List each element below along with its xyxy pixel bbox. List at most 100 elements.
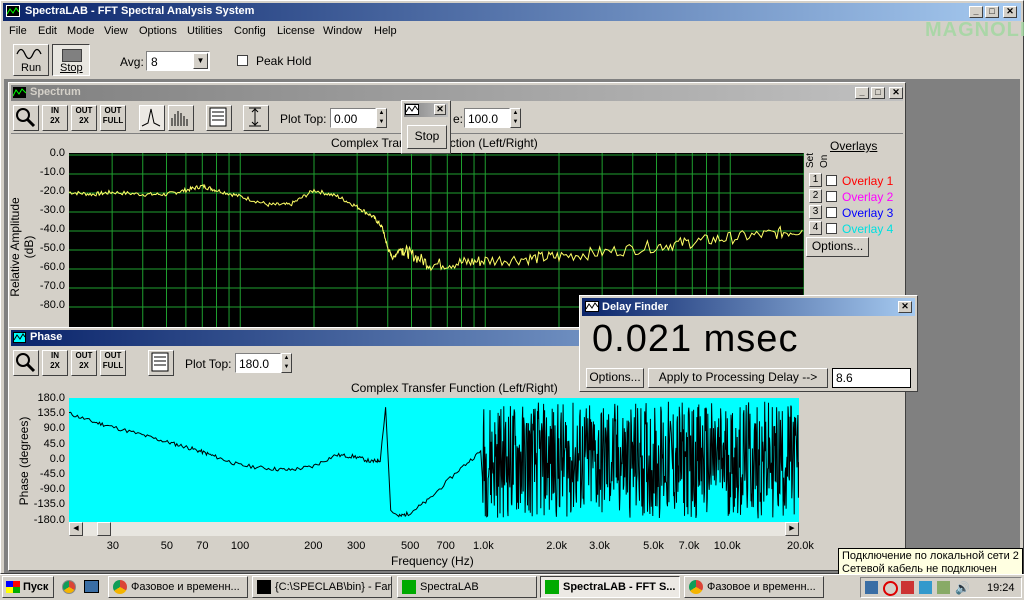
close-button[interactable]: ✕ <box>1003 6 1017 18</box>
overlay-set-button[interactable]: 4 <box>809 221 822 235</box>
stop-popup-titlebar[interactable]: ✕ <box>404 103 448 117</box>
peak-hold-checkbox[interactable] <box>237 55 248 66</box>
spectrum-range-spinner[interactable]: ▲ ▼ <box>510 108 521 128</box>
main-titlebar[interactable]: SpectraLAB - FFT Spectral Analysis Syste… <box>3 3 1021 21</box>
overlays-title: Overlays <box>830 139 878 153</box>
delay-finder-close-button[interactable]: ✕ <box>898 301 912 313</box>
start-button[interactable]: Пуск <box>2 576 54 598</box>
taskbar-item[interactable]: Фазовое и временн... <box>108 576 248 598</box>
vertical-scale-icon[interactable] <box>243 105 269 131</box>
stop-button[interactable]: Stop <box>52 44 90 76</box>
zoom-out-2x-icon[interactable]: OUT 2X <box>71 105 97 131</box>
menu-config[interactable]: Config <box>234 25 266 37</box>
avg-select[interactable]: 8 ▼ <box>146 51 210 71</box>
spectrum-range-input[interactable]: 100.0 <box>464 108 510 128</box>
avg-value: 8 <box>151 55 158 69</box>
taskbar-item[interactable]: Фазовое и временн... <box>684 576 824 598</box>
phase-zoom-magnifier-icon[interactable] <box>13 350 39 376</box>
volume-icon[interactable]: 🔊 <box>955 581 970 595</box>
zoom-in-2x-icon[interactable]: IN 2X <box>42 105 68 131</box>
peak-hold-label: Peak Hold <box>256 54 312 68</box>
menu-options[interactable]: Options <box>139 25 177 37</box>
processing-delay-input[interactable]: 8.6 <box>832 368 911 388</box>
line-plot-icon[interactable] <box>139 105 165 131</box>
overlay-on-checkbox[interactable] <box>826 175 837 186</box>
phase-plot-top-spinner[interactable]: ▲ ▼ <box>281 353 292 373</box>
apply-processing-delay-button[interactable]: Apply to Processing Delay --> <box>648 368 828 388</box>
overlay-on-checkbox[interactable] <box>826 207 837 218</box>
app-icon <box>6 5 20 17</box>
phase-zoom-out-2x-icon[interactable]: OUT 2X <box>71 350 97 376</box>
console-icon <box>257 580 271 594</box>
taskbar-item[interactable]: SpectraLAB - FFT S... <box>540 576 680 598</box>
overlay-set-button[interactable]: 3 <box>809 205 822 219</box>
phase-scrollbar[interactable]: ◀ ▶ <box>69 522 799 536</box>
scroll-left-button[interactable]: ◀ <box>69 522 83 536</box>
menu-view[interactable]: View <box>104 25 128 37</box>
spectrum-plot-top-input[interactable]: 0.00 <box>330 108 376 128</box>
zoom-magnifier-icon[interactable] <box>13 105 39 131</box>
stop-label: Stop <box>60 62 83 74</box>
scroll-right-button[interactable]: ▶ <box>785 522 799 536</box>
tray-app-icon[interactable] <box>901 581 914 594</box>
menu-utilities[interactable]: Utilities <box>187 25 222 37</box>
spectrum-close-button[interactable]: ✕ <box>889 87 903 99</box>
taskbar-item[interactable]: SpectraLAB <box>397 576 537 598</box>
spectrum-maximize-button[interactable]: □ <box>871 87 885 99</box>
clock[interactable]: 19:24 <box>987 582 1015 594</box>
spectrum-ytick: -40.0 <box>39 223 65 235</box>
menu-help[interactable]: Help <box>374 25 397 37</box>
tray-app3-icon[interactable] <box>937 581 950 594</box>
menu-window[interactable]: Window <box>323 25 362 37</box>
set-column-label: Set <box>805 152 816 168</box>
run-button[interactable]: Run <box>13 44 49 76</box>
sine-wave-icon <box>16 48 42 60</box>
spectralab-icon <box>402 580 416 594</box>
menu-file[interactable]: File <box>9 25 27 37</box>
spectrum-ytick: -80.0 <box>39 299 65 311</box>
network-icon[interactable] <box>865 581 878 594</box>
phase-plot[interactable] <box>69 398 799 522</box>
phase-plot-top-label: Plot Top: <box>185 357 232 371</box>
overlay-on-checkbox[interactable] <box>826 191 837 202</box>
maximize-button[interactable]: □ <box>985 6 999 18</box>
stop-popup-window: ✕ Stop <box>401 100 451 154</box>
blocked-icon[interactable] <box>883 581 898 596</box>
menu-license[interactable]: License <box>277 25 315 37</box>
taskbar-item[interactable]: {C:\SPECLAB\bin} - Far <box>252 576 392 598</box>
popup-close-button[interactable]: ✕ <box>434 104 446 115</box>
overlay-label: Overlay 3 <box>842 206 894 220</box>
spectrum-minimize-button[interactable]: _ <box>855 87 869 99</box>
zoom-out-full-icon[interactable]: OUT FULL <box>100 105 126 131</box>
phase-zoom-out-full-icon[interactable]: OUT FULL <box>100 350 126 376</box>
spectralab-icon <box>545 580 559 594</box>
popup-stop-button[interactable]: Stop <box>407 125 447 149</box>
delay-options-button[interactable]: Options... <box>586 368 644 388</box>
menu-mode[interactable]: Mode <box>67 25 95 37</box>
quicklaunch-desktop-icon[interactable] <box>84 580 99 593</box>
phase-xtick: 5.0k <box>643 540 664 552</box>
quicklaunch-chrome-icon[interactable] <box>62 580 76 594</box>
phase-zoom-in-2x-icon[interactable]: IN 2X <box>42 350 68 376</box>
settings-panel-icon[interactable] <box>206 105 232 131</box>
chevron-down-icon[interactable]: ▼ <box>193 53 208 69</box>
phase-settings-panel-icon[interactable] <box>148 350 174 376</box>
spectrum-options-button[interactable]: Options... <box>806 237 869 257</box>
overlay-set-button[interactable]: 2 <box>809 189 822 203</box>
spectrum-titlebar[interactable]: Spectrum _ □ ✕ <box>11 85 903 101</box>
phase-window-icon <box>13 332 26 343</box>
overlay-set-button[interactable]: 1 <box>809 173 822 187</box>
scroll-thumb[interactable] <box>97 522 111 536</box>
minimize-button[interactable]: _ <box>969 6 983 18</box>
spectrum-plot-top-value: 0.00 <box>334 112 358 126</box>
overlay-on-checkbox[interactable] <box>826 223 837 234</box>
phase-ytick: -180.0 <box>33 513 65 526</box>
spectrum-ytick: 0.0 <box>49 147 65 159</box>
spectrum-ytick: -10.0 <box>39 166 65 178</box>
spectrum-plot-top-spinner[interactable]: ▲ ▼ <box>376 108 387 128</box>
bar-plot-icon[interactable] <box>168 105 194 131</box>
tray-app2-icon[interactable] <box>919 581 932 594</box>
delay-finder-titlebar[interactable]: Delay Finder ✕ <box>582 298 915 316</box>
menu-edit[interactable]: Edit <box>38 25 57 37</box>
phase-plot-top-input[interactable]: 180.0 <box>235 353 281 373</box>
